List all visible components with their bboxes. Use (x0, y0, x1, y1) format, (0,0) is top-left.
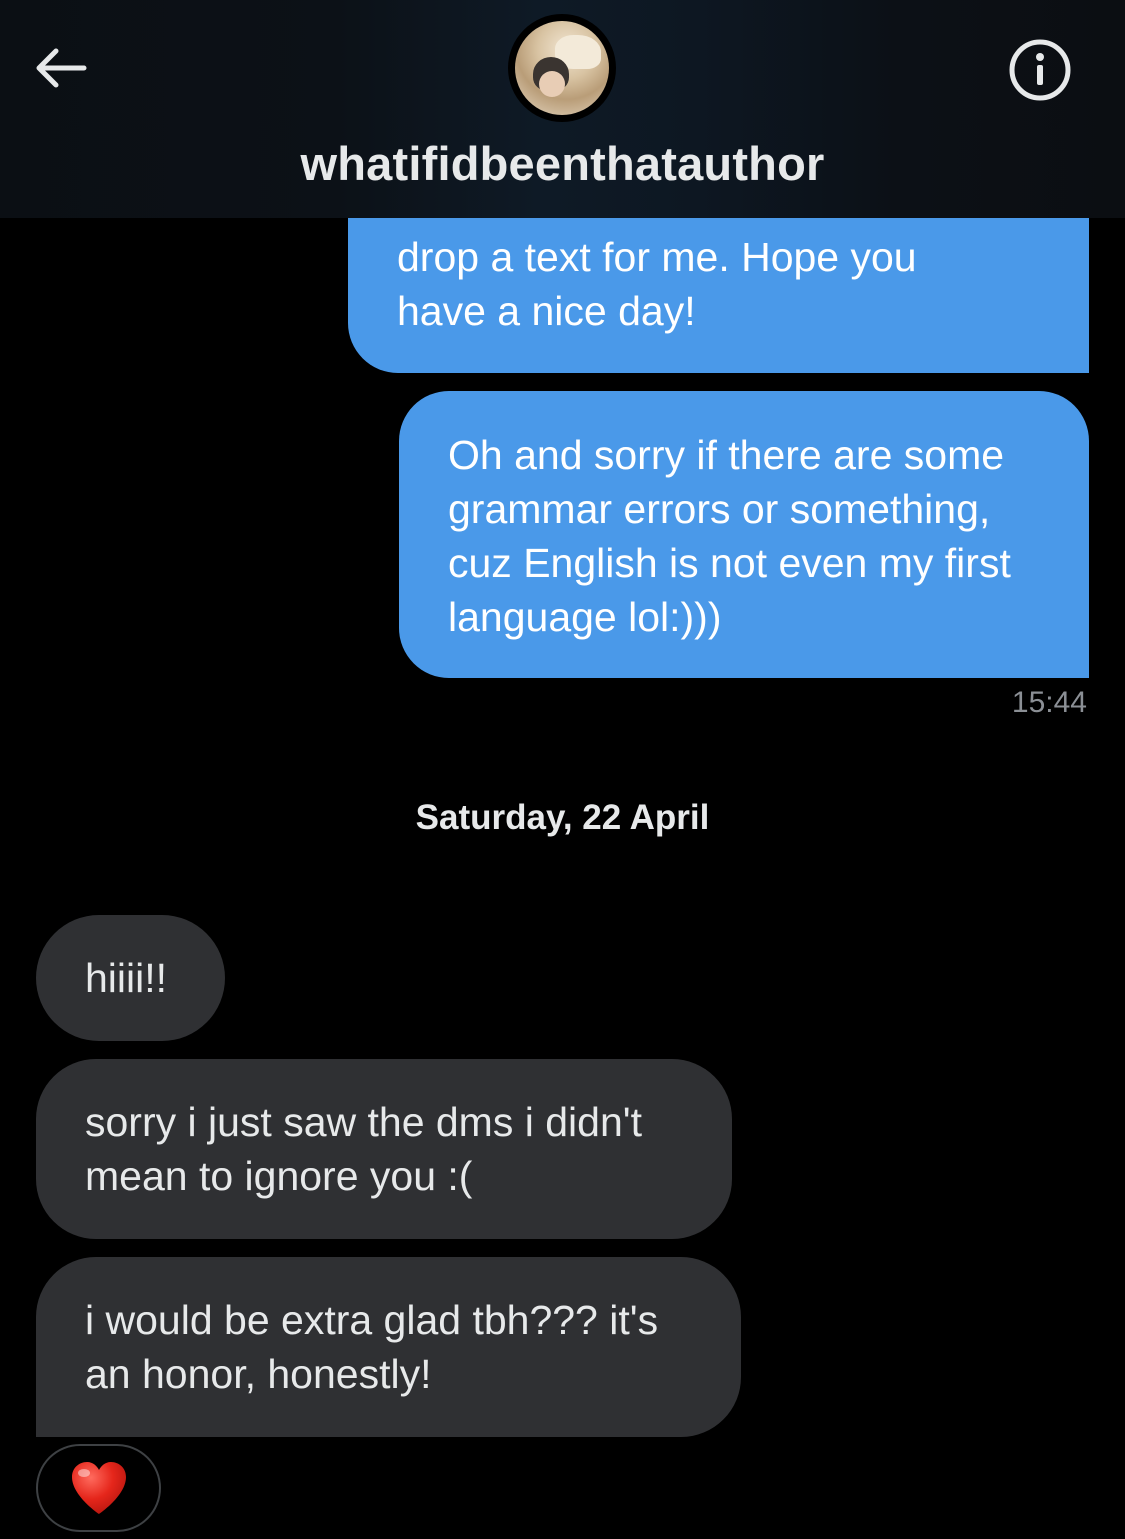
message-line: Oh and sorry if there are some (448, 432, 1005, 478)
info-button[interactable] (1006, 36, 1074, 104)
message-line: hiiii!! (85, 955, 168, 1001)
profile-avatar[interactable] (508, 14, 616, 122)
message-line: cuz English is not even my first (448, 540, 1011, 586)
message-line: language lol:))) (448, 594, 722, 640)
message-line: mean to ignore you :( (85, 1153, 473, 1199)
avatar-image (515, 21, 609, 115)
message-line: sorry i just saw the dms i didn't (85, 1099, 642, 1145)
message-timestamp: 15:44 (1011, 686, 1087, 719)
date-separator: Saturday, 22 April (415, 798, 710, 837)
info-circle-icon (1009, 39, 1071, 101)
sent-message-bubble[interactable]: Oh and sorry if there are some grammar e… (399, 391, 1089, 678)
received-message-bubble[interactable]: i would be extra glad tbh??? it's an hon… (36, 1257, 741, 1437)
conversation-username[interactable]: whatifidbeenthatauthor (0, 136, 1125, 191)
message-line: an honor, honestly! (85, 1351, 432, 1397)
received-message-bubble[interactable]: sorry i just saw the dms i didn't mean t… (36, 1059, 732, 1239)
back-button[interactable] (28, 36, 92, 100)
message-line: have a nice day! (397, 288, 696, 334)
message-line: drop a text for me. Hope you (397, 234, 917, 280)
message-line: i would be extra glad tbh??? it's (85, 1297, 659, 1343)
reaction-pill[interactable] (36, 1444, 161, 1532)
received-message-bubble[interactable]: hiiii!! (36, 915, 225, 1041)
arrow-left-icon (36, 48, 87, 88)
message-line: grammar errors or something, (448, 486, 991, 532)
red-heart-icon (71, 1462, 126, 1514)
chat-header: whatifidbeenthatauthor (0, 0, 1125, 218)
